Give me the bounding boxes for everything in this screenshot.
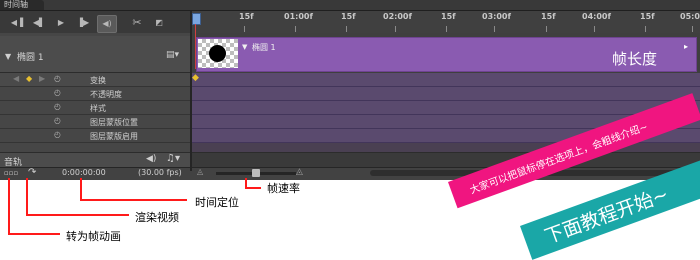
- clip-dropdown-icon[interactable]: ▼: [242, 43, 247, 51]
- ruler-tick: [594, 26, 595, 32]
- filmstrip-menu-icon[interactable]: ▤▾: [166, 50, 179, 60]
- property-label: 样式: [90, 104, 106, 113]
- next-keyframe-icon[interactable]: ▶: [39, 74, 45, 83]
- ruler-label: 15f: [341, 12, 356, 21]
- ruler-label: 15f: [541, 12, 556, 21]
- callout-convert-frame: 转为帧动画: [66, 230, 121, 243]
- ruler-tick: [395, 26, 396, 32]
- ruler-label: 15f: [640, 12, 655, 21]
- ruler-label: 03:00f: [482, 12, 511, 21]
- property-label: 不透明度: [90, 90, 122, 99]
- callout-line: [80, 178, 82, 201]
- layer-name[interactable]: 椭圆 1: [17, 50, 44, 63]
- clip-name: 椭圆 1: [252, 43, 276, 52]
- ruler-label: 02:00f: [383, 12, 412, 21]
- mute-audio-icon[interactable]: ◀): [146, 154, 156, 164]
- next-frame-icon[interactable]: ▐▶: [74, 15, 92, 31]
- zoom-in-icon[interactable]: ◬: [296, 167, 303, 177]
- ruler-tick: [645, 26, 646, 32]
- callout-render-video: 渲染视频: [135, 211, 179, 224]
- ruler-tick: [446, 26, 447, 32]
- speaker-icon[interactable]: ◀): [97, 15, 117, 33]
- prev-frame-icon[interactable]: ◀▌: [30, 15, 48, 31]
- property-track[interactable]: [192, 101, 700, 115]
- ruler-label: 15f: [239, 12, 254, 21]
- expand-triangle-icon[interactable]: ▼: [5, 52, 11, 61]
- stopwatch-icon[interactable]: ◴: [54, 74, 61, 83]
- column-divider: [190, 11, 192, 171]
- audio-track[interactable]: [192, 152, 700, 168]
- ruler-label: 01:00f: [284, 12, 313, 21]
- callout-line: [80, 199, 187, 201]
- start-banner-text: 下面教程开始~: [541, 183, 672, 249]
- callout-line: [26, 178, 28, 216]
- keyframe-diamond-icon[interactable]: ◆: [26, 74, 32, 83]
- zoom-out-icon[interactable]: ◬: [197, 167, 203, 176]
- first-frame-icon[interactable]: ◀▐: [8, 15, 26, 31]
- property-track[interactable]: [192, 73, 700, 87]
- callout-line: [8, 178, 10, 235]
- ellipse-thumbnail-shape: [209, 45, 226, 62]
- ruler-tick: [494, 26, 495, 32]
- property-label: 变换: [90, 76, 106, 85]
- callout-line: [8, 233, 60, 235]
- clip-annotation: 帧长度: [612, 50, 658, 68]
- callout-fps: 帧速率: [267, 182, 300, 195]
- ruler-tick: [692, 26, 693, 32]
- music-note-icon[interactable]: ♫▾: [166, 153, 180, 164]
- callout-line: [26, 214, 129, 216]
- ruler-tick: [346, 26, 347, 32]
- ruler-tick: [546, 26, 547, 32]
- prev-keyframe-icon[interactable]: ◀: [13, 74, 19, 83]
- callout-line: [245, 187, 261, 189]
- property-label: 图层蒙版启用: [90, 132, 138, 141]
- ruler-label: 05:00f: [680, 12, 700, 21]
- property-label: 图层蒙版位置: [90, 118, 138, 127]
- ruler-label: 15f: [441, 12, 456, 21]
- scissors-icon[interactable]: ✂: [128, 15, 146, 31]
- stopwatch-icon[interactable]: ◴: [54, 88, 61, 97]
- transition-icon[interactable]: ◩: [150, 15, 168, 31]
- stopwatch-icon[interactable]: ◴: [54, 130, 61, 139]
- audio-track-row[interactable]: [0, 152, 190, 167]
- stopwatch-icon[interactable]: ◴: [54, 102, 61, 111]
- zoom-slider-knob[interactable]: [252, 169, 260, 177]
- stopwatch-icon[interactable]: ◴: [54, 116, 61, 125]
- clip-end-handle-icon[interactable]: ▸: [684, 42, 688, 51]
- convert-frame-animation-icon[interactable]: ▫▫▫: [4, 169, 18, 177]
- ruler-label: 04:00f: [582, 12, 611, 21]
- play-icon[interactable]: ▶: [52, 15, 70, 31]
- callout-time-position: 时间定位: [195, 196, 239, 209]
- frame-rate: (30.00 fps): [138, 168, 182, 177]
- ruler-tick: [244, 26, 245, 32]
- keyframe-marker-icon[interactable]: ◆: [192, 73, 199, 83]
- timeline-tab[interactable]: 时间轴: [0, 0, 44, 10]
- playhead-handle[interactable]: [192, 13, 201, 25]
- render-video-icon[interactable]: ↷: [28, 167, 36, 178]
- ruler-tick: [295, 26, 296, 32]
- current-time[interactable]: 0:00:00:00: [62, 168, 106, 177]
- property-track[interactable]: [192, 87, 700, 101]
